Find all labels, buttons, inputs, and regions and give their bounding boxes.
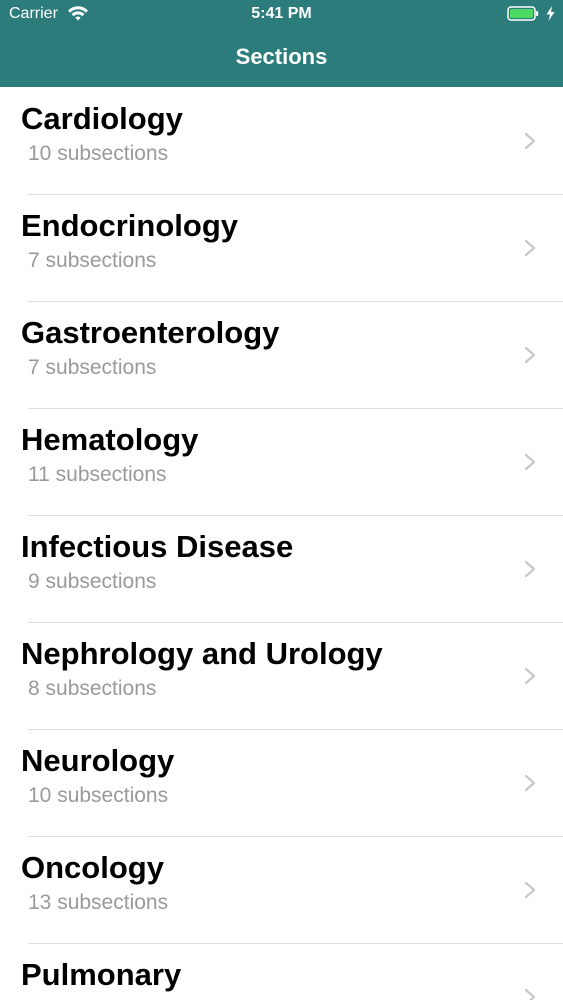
chevron-right-icon	[524, 239, 536, 257]
page-title: Sections	[235, 44, 328, 69]
chevron-right-icon	[524, 132, 536, 150]
chevron-right-icon	[524, 988, 536, 1000]
chevron-right-icon	[524, 774, 536, 792]
section-subtitle: 13 subsections	[28, 891, 169, 914]
list-item[interactable]: Gastroenterology 7 subsections	[0, 301, 563, 408]
battery-icon	[507, 6, 539, 21]
list-item[interactable]: Hematology 11 subsections	[0, 408, 563, 515]
section-title: Cardiology	[21, 101, 183, 136]
section-subtitle: 10 subsections	[28, 784, 169, 807]
section-title: Hematology	[21, 422, 199, 457]
chevron-right-icon	[524, 346, 536, 364]
section-title: Nephrology and Urology	[21, 636, 383, 671]
list-item[interactable]: Infectious Disease 9 subsections	[0, 515, 563, 622]
list-item[interactable]: Oncology 13 subsections	[0, 836, 563, 943]
section-subtitle: 7 subsections	[28, 356, 157, 379]
section-title: Gastroenterology	[21, 315, 280, 350]
chevron-right-icon	[524, 881, 536, 899]
list-item[interactable]: Nephrology and Urology 8 subsections	[0, 622, 563, 729]
list-item[interactable]: Pulmonary	[0, 943, 563, 1000]
list-item[interactable]: Neurology 10 subsections	[0, 729, 563, 836]
chevron-right-icon	[524, 667, 536, 685]
charging-bolt-icon	[546, 6, 555, 21]
chevron-right-icon	[524, 453, 536, 471]
list-item[interactable]: Cardiology 10 subsections	[0, 87, 563, 194]
list-item[interactable]: Endocrinology 7 subsections	[0, 194, 563, 301]
section-subtitle: 7 subsections	[28, 249, 157, 272]
section-subtitle: 11 subsections	[28, 463, 167, 486]
chevron-right-icon	[524, 560, 536, 578]
status-bar: Carrier 5:41 PM	[0, 0, 563, 30]
section-subtitle: 9 subsections	[28, 570, 157, 593]
section-subtitle: 10 subsections	[28, 142, 169, 165]
section-subtitle: 8 subsections	[28, 677, 157, 700]
section-title: Infectious Disease	[21, 529, 294, 564]
navigation-header: Carrier 5:41 PM Sections	[0, 0, 563, 87]
section-list[interactable]: Cardiology 10 subsections Endocrinology …	[0, 87, 563, 1000]
status-time: 5:41 PM	[251, 5, 312, 22]
section-title: Endocrinology	[21, 208, 238, 243]
section-title: Oncology	[21, 850, 164, 885]
section-title: Pulmonary	[21, 957, 182, 992]
section-title: Neurology	[21, 743, 175, 778]
